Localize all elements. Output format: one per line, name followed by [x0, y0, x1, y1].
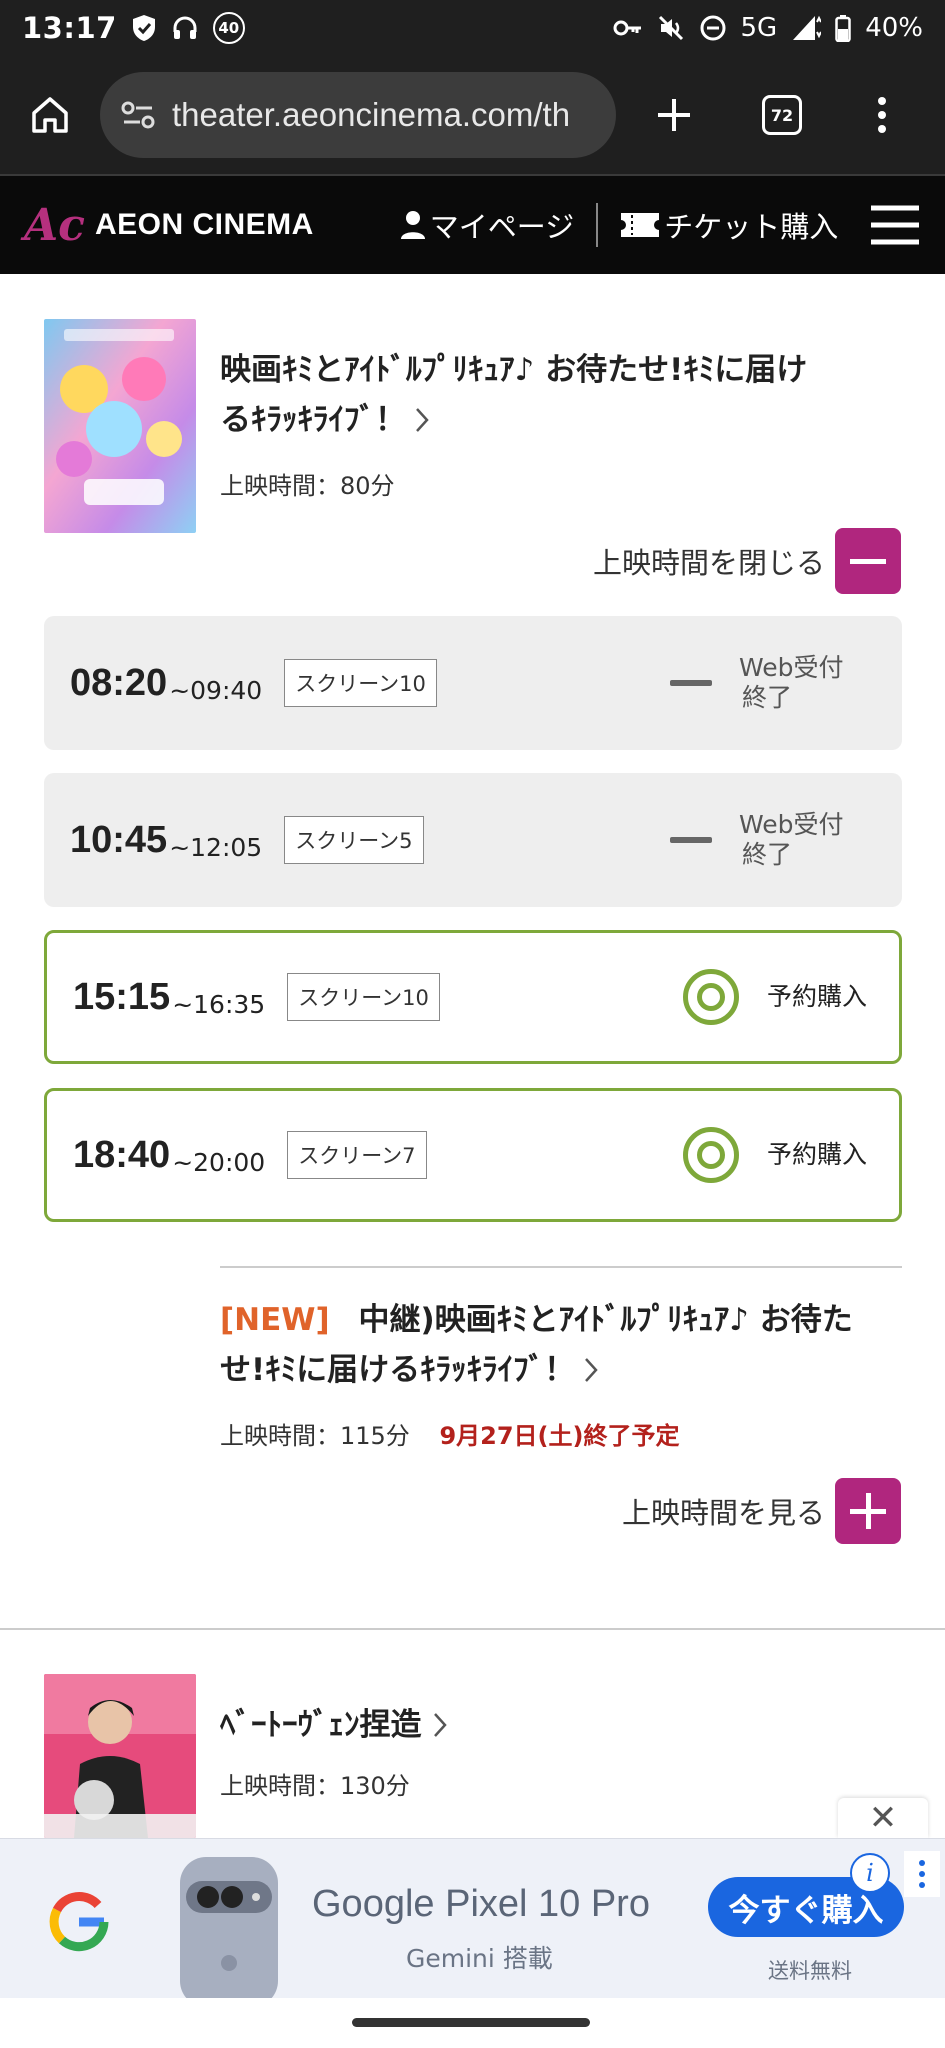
network-type: 5G — [740, 13, 778, 43]
unavailable-dash-icon — [670, 837, 712, 843]
movie-title[interactable]: ﾍﾞｰﾄｰｳﾞｪﾝ捏造 — [220, 1700, 448, 1750]
status-bar: 13:17 40 5G 40% — [0, 0, 945, 56]
mute-icon — [657, 14, 685, 42]
showtime-row: 10:45 ~12:05 スクリーン5 Web受付 終了 — [44, 773, 902, 907]
more-menu-icon[interactable] — [876, 95, 888, 135]
movie-title-line1: 映画ｷﾐとｱｲﾄﾞﾙﾌﾟﾘｷｭｱ♪ お待たせ!ｷﾐに届け — [220, 352, 808, 388]
showtime-start: 18:40 — [73, 1133, 171, 1176]
signal-icon — [791, 14, 822, 42]
headphones-icon — [171, 14, 199, 42]
ad-close-button[interactable]: ✕ — [838, 1798, 928, 1838]
minus-icon[interactable] — [835, 528, 901, 594]
mypage-link[interactable]: マイページ — [400, 204, 574, 246]
screen-tag: スクリーン10 — [287, 973, 440, 1021]
status-line2: 終了 — [742, 840, 793, 869]
gesture-home-bar[interactable] — [352, 2018, 590, 2027]
movie-title[interactable]: 映画ｷﾐとｱｲﾄﾞﾙﾌﾟﾘｷｭｱ♪ お待たせ!ｷﾐに届け るｷﾗｯｷﾗｲﾌﾞ！ — [220, 345, 900, 445]
user-icon — [400, 210, 426, 240]
movie-title-text: ﾍﾞｰﾄｰｳﾞｪﾝ捏造 — [220, 1707, 422, 1743]
showtime-end: ~16:35 — [172, 989, 266, 1019]
reserve-purchase-label: 予約購入 — [767, 1140, 868, 1169]
chevron-right-icon — [414, 406, 430, 434]
unavailable-dash-icon — [670, 680, 712, 686]
end-date-note: 9月27日(土)終了予定 — [439, 1422, 680, 1450]
ad-more-icon[interactable] — [904, 1851, 940, 1897]
screen-tag: スクリーン10 — [284, 659, 437, 707]
chevron-right-icon — [432, 1711, 448, 1739]
battery-level: 40% — [865, 13, 923, 43]
home-icon[interactable] — [28, 93, 72, 137]
new-tab-icon[interactable] — [654, 95, 694, 135]
movie-title[interactable]: [NEW] 中継)映画ｷﾐとｱｲﾄﾞﾙﾌﾟﾘｷｭｱ♪ お待た せ!ｷﾐに届けるｷ… — [220, 1295, 910, 1395]
logo-mark[interactable]: Ac — [24, 200, 85, 251]
ad-cta-note: 送料無料 — [768, 1959, 852, 1983]
notification-badge: 40 — [212, 12, 245, 44]
screen-tag: スクリーン7 — [287, 1131, 427, 1179]
show-showtimes-toggle[interactable]: 上映時間を見る — [622, 1478, 901, 1544]
runtime-text: 上映時間：115分 — [220, 1422, 410, 1450]
reserve-purchase-label: 予約購入 — [767, 982, 868, 1011]
plus-icon[interactable] — [835, 1478, 901, 1544]
shield-icon — [131, 14, 157, 42]
showtime-end: ~12:05 — [169, 832, 263, 862]
address-bar[interactable]: theater.aeoncinema.com/th — [100, 72, 616, 158]
showtime-row-bookable[interactable]: 18:40 ~20:00 スクリーン7 予約購入 — [44, 1088, 902, 1222]
ad-title: Google Pixel 10 Pro — [312, 1883, 650, 1925]
showtime-start: 08:20 — [70, 661, 168, 704]
screen-tag: スクリーン5 — [284, 816, 424, 864]
tab-switcher-button[interactable]: 72 — [762, 95, 802, 135]
chevron-right-icon — [583, 1356, 599, 1384]
section-divider — [0, 1628, 945, 1630]
close-showtimes-toggle[interactable]: 上映時間を閉じる — [593, 528, 901, 594]
showtime-start: 10:45 — [70, 818, 168, 861]
url-text: theater.aeoncinema.com/th — [172, 96, 571, 133]
showtime-end: ~09:40 — [169, 675, 263, 705]
site-settings-icon[interactable] — [120, 99, 156, 131]
showtime-status: Web受付 終了 — [739, 653, 844, 713]
site-header: Ac AEON CINEMA マイページ チケット購入 — [0, 176, 945, 274]
battery-icon — [835, 14, 851, 42]
header-divider — [596, 203, 599, 247]
toggle-label: 上映時間を閉じる — [592, 546, 825, 580]
ticket-label: チケット購入 — [664, 210, 839, 244]
toggle-label: 上映時間を見る — [621, 1496, 825, 1530]
dnd-icon — [699, 14, 727, 42]
status-line1: Web受付 — [739, 810, 844, 839]
movie-title-line2: るｷﾗｯｷﾗｲﾌﾞ！ — [220, 402, 406, 438]
status-line2: 終了 — [742, 683, 793, 712]
ticket-purchase-link[interactable]: チケット購入 — [620, 204, 838, 246]
status-line1: Web受付 — [739, 653, 844, 682]
movie-poster[interactable] — [44, 1674, 196, 1838]
movie-poster[interactable] — [44, 319, 196, 533]
available-circle-icon — [683, 1127, 739, 1183]
ad-info-icon[interactable]: i — [850, 1853, 890, 1893]
available-circle-icon — [683, 969, 739, 1025]
browser-toolbar: theater.aeoncinema.com/th 72 — [0, 56, 945, 176]
new-badge: [NEW] — [220, 1302, 330, 1338]
ad-subtitle: Gemini 搭載 — [406, 1944, 553, 1973]
showtime-end: ~20:00 — [172, 1147, 266, 1177]
movie-runtime: 上映時間：115分 9月27日(土)終了予定 — [220, 1416, 680, 1451]
phone-image — [174, 1853, 284, 1999]
ticket-icon — [620, 212, 660, 238]
movie-runtime: 上映時間：80分 — [220, 472, 395, 500]
logo-text[interactable]: AEON CINEMA — [95, 208, 314, 242]
movie-divider — [220, 1266, 902, 1268]
showtime-start: 15:15 — [73, 975, 171, 1018]
showtime-row: 08:20 ~09:40 スクリーン10 Web受付 終了 — [44, 616, 902, 750]
movie-title-line1: 中継)映画ｷﾐとｱｲﾄﾞﾙﾌﾟﾘｷｭｱ♪ お待た — [358, 1302, 853, 1338]
showtime-status: Web受付 終了 — [739, 810, 844, 870]
status-time: 13:17 — [22, 11, 117, 45]
mypage-label: マイページ — [429, 210, 575, 244]
hamburger-menu-icon[interactable] — [869, 204, 921, 246]
showtime-row-bookable[interactable]: 15:15 ~16:35 スクリーン10 予約購入 — [44, 930, 902, 1064]
movie-runtime: 上映時間：130分 — [220, 1772, 410, 1800]
ad-banner[interactable]: Google Pixel 10 Pro Gemini 搭載 今すぐ購入 送料無料… — [0, 1838, 945, 1999]
key-icon — [613, 18, 643, 38]
google-g-icon — [48, 1891, 110, 1953]
movie-title-line2: せ!ｷﾐに届けるｷﾗｯｷﾗｲﾌﾞ！ — [220, 1352, 576, 1388]
